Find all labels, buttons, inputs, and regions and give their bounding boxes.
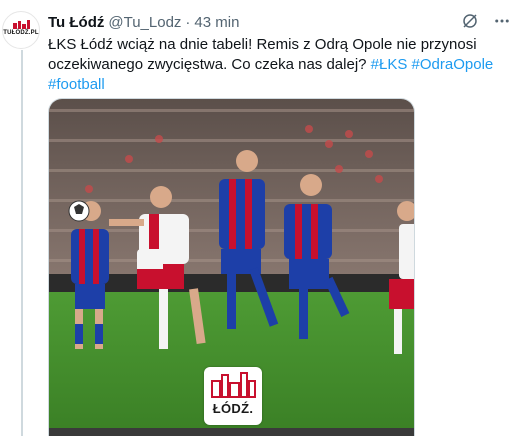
thread-line bbox=[21, 50, 23, 436]
header-actions bbox=[460, 11, 512, 31]
media-watermark: ŁÓDŹ. bbox=[204, 367, 262, 425]
media-bottom-bar bbox=[49, 428, 414, 436]
tweet-header: Tu Łódź @Tu_Lodz · 43 min bbox=[48, 12, 239, 32]
avatar-building-icon bbox=[13, 20, 30, 29]
hashtag-lks[interactable]: #ŁKS bbox=[371, 56, 408, 73]
watermark-text: ŁÓDŹ. bbox=[212, 401, 254, 416]
grok-icon[interactable] bbox=[460, 11, 480, 31]
timestamp[interactable]: 43 min bbox=[194, 14, 239, 31]
more-icon[interactable] bbox=[492, 11, 512, 31]
tweet-card[interactable]: TUŁÓDŹ.PL Tu Łódź @Tu_Lodz · 43 min ŁKS … bbox=[0, 0, 518, 436]
avatar[interactable]: TUŁÓDŹ.PL bbox=[2, 11, 40, 49]
tweet-media[interactable]: ŁÓDŹ. bbox=[48, 98, 415, 436]
hashtag-odraopole[interactable]: #OdraOpole bbox=[412, 56, 494, 73]
watermark-skyline-icon bbox=[211, 372, 256, 398]
separator-dot: · bbox=[185, 13, 191, 31]
avatar-logo-text: TUŁÓDŹ.PL bbox=[3, 30, 39, 36]
user-handle[interactable]: @Tu_Lodz bbox=[108, 14, 181, 31]
hashtag-football[interactable]: #football bbox=[48, 76, 105, 93]
tweet-text: ŁKS Łódź wciąż na dnie tabeli! Remis z O… bbox=[48, 35, 508, 95]
display-name[interactable]: Tu Łódź bbox=[48, 14, 104, 31]
